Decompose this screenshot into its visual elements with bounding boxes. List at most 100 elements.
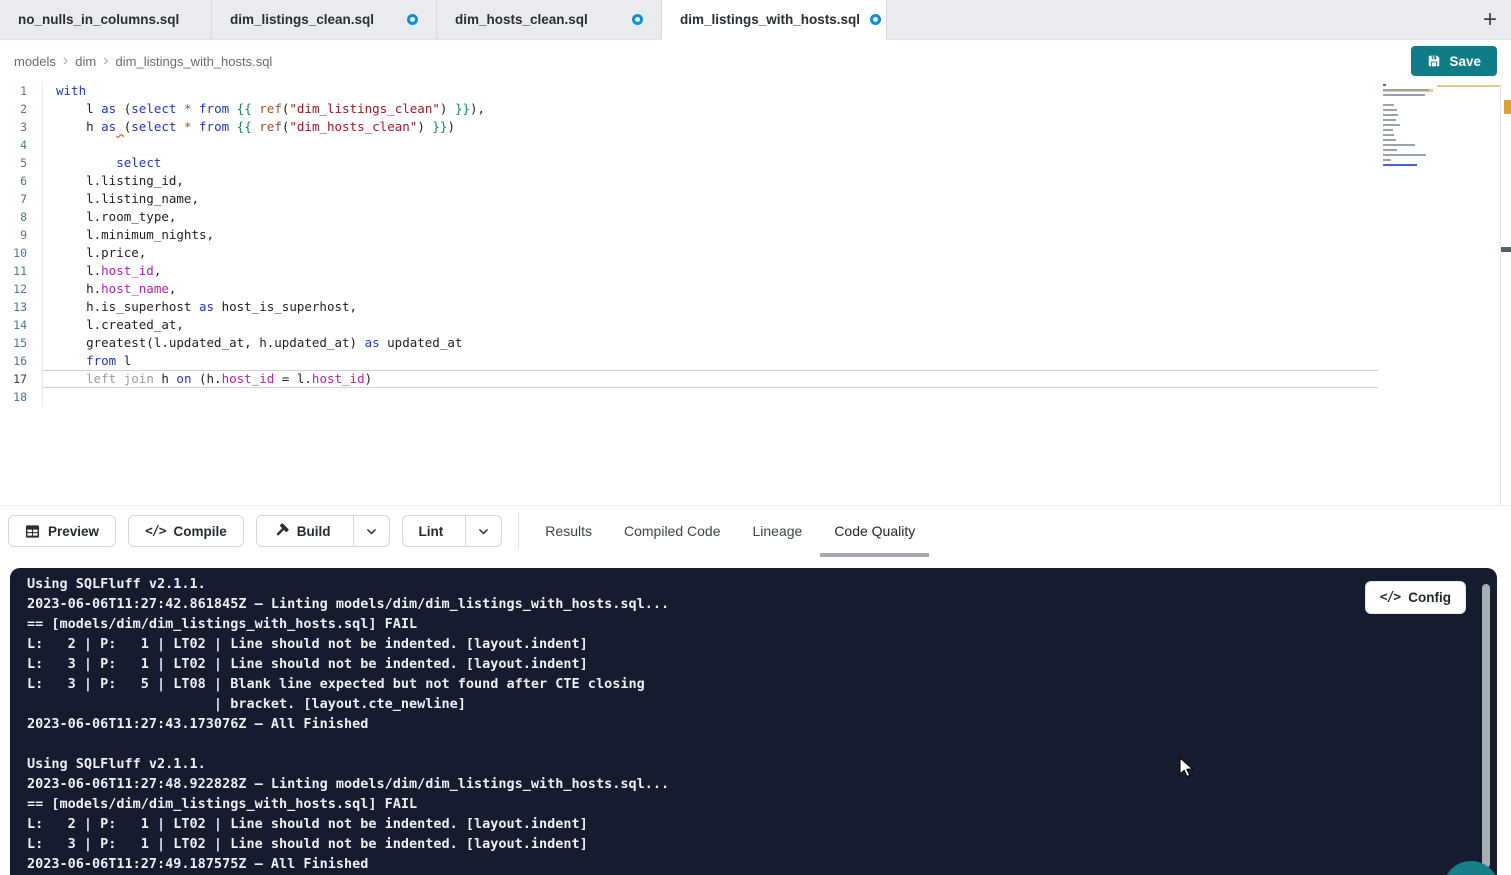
line-number: 16	[0, 352, 43, 370]
minimap-bar	[1383, 129, 1393, 131]
code-line[interactable]: 8 l.room_type,	[0, 208, 1511, 226]
line-number: 15	[0, 334, 43, 352]
minimap-line	[1383, 154, 1433, 157]
code-line-text: l.listing_name,	[56, 190, 199, 208]
lint-button-label: Lint	[419, 524, 444, 539]
code-line[interactable]: 1with	[0, 82, 1511, 100]
code-line-text: l.listing_id,	[56, 172, 184, 190]
minimap-line	[1383, 129, 1433, 132]
terminal-line: Using SQLFluff v2.1.1.	[10, 754, 1497, 774]
lint-dropdown-button[interactable]	[465, 516, 501, 546]
code-line[interactable]: 7 l.listing_name,	[0, 190, 1511, 208]
editor-tab-label: no_nulls_in_columns.sql	[18, 12, 179, 27]
tab-results[interactable]: Results	[529, 506, 608, 557]
tab-lineage[interactable]: Lineage	[736, 506, 818, 557]
code-line[interactable]: 15 greatest(l.updated_at, h.updated_at) …	[0, 334, 1511, 352]
code-line-text: l.created_at,	[56, 316, 184, 334]
breadcrumb-item: dim	[75, 54, 96, 69]
build-button-main[interactable]: Build	[257, 516, 345, 546]
code-line-text: l.price,	[56, 244, 146, 262]
minimap-line	[1383, 119, 1433, 122]
chevron-down-icon	[477, 525, 490, 538]
save-button-label: Save	[1449, 54, 1481, 69]
code-line-text: h.host_name,	[56, 280, 176, 298]
chevron-down-icon	[365, 525, 378, 538]
minimap-line	[1383, 104, 1433, 107]
build-button[interactable]: Build	[256, 515, 390, 547]
line-number: 13	[0, 298, 43, 316]
minimap-line	[1383, 164, 1433, 167]
terminal-line: | bracket. [layout.cte_newline]	[10, 694, 1497, 714]
build-dropdown-button[interactable]	[353, 516, 389, 546]
editor-tab[interactable]: dim_listings_clean.sql	[212, 0, 437, 39]
line-number: 7	[0, 190, 43, 208]
minimap-bar	[1383, 164, 1417, 166]
minimap-bar	[1383, 119, 1396, 121]
terminal-line: L: 3 | P: 5 | LT08 | Blank line expected…	[10, 674, 1497, 694]
code-line[interactable]: 4	[0, 136, 1511, 154]
minimap-bar	[1383, 159, 1391, 161]
editor-tab[interactable]: dim_hosts_clean.sql	[437, 0, 662, 39]
minimap-bar	[1383, 149, 1397, 151]
line-number: 3	[0, 118, 43, 136]
code-editor[interactable]: 1with2 l as (select * from {{ ref("dim_l…	[0, 82, 1511, 505]
lint-output-terminal: Using SQLFluff v2.1.1.2023-06-06T11:27:4…	[10, 568, 1497, 875]
editor-tab-label: dim_listings_with_hosts.sql	[680, 12, 860, 27]
lint-button[interactable]: Lint	[402, 515, 503, 547]
minimap-bar	[1383, 154, 1426, 156]
unsaved-indicator-icon	[632, 14, 643, 25]
code-line[interactable]: 9 l.minimum_nights,	[0, 226, 1511, 244]
tab-code-quality[interactable]: Code Quality	[818, 506, 931, 557]
terminal-scrollbar[interactable]	[1482, 584, 1490, 868]
code-line[interactable]: 3 h as (select * from {{ ref("dim_hosts_…	[0, 118, 1511, 136]
code-line[interactable]: 12 h.host_name,	[0, 280, 1511, 298]
breadcrumb-separator-icon: ›	[56, 53, 75, 69]
config-button-label: Config	[1408, 590, 1451, 605]
minimap[interactable]	[1383, 84, 1433, 174]
preview-button-label: Preview	[48, 524, 99, 539]
compile-button[interactable]: </>Compile	[128, 515, 244, 547]
minimap-bar	[1383, 139, 1396, 141]
code-line[interactable]: 13 h.is_superhost as host_is_superhost,	[0, 298, 1511, 316]
code-line[interactable]: 17 left join h on (h.host_id = l.host_id…	[0, 370, 1511, 388]
editor-scrollbar-thumb[interactable]	[1501, 247, 1511, 252]
preview-button[interactable]: Preview	[8, 515, 116, 547]
lint-button-main[interactable]: Lint	[403, 516, 458, 546]
editor-tab[interactable]: dim_listings_with_hosts.sql	[662, 0, 887, 40]
tab-compiled-code[interactable]: Compiled Code	[608, 506, 737, 557]
minimap-bar	[1383, 104, 1394, 106]
code-line-text: l.host_id,	[56, 262, 161, 280]
editor-tab-label: dim_hosts_clean.sql	[455, 12, 588, 27]
line-number: 9	[0, 226, 43, 244]
line-number: 2	[0, 100, 43, 118]
minimap-viewport-band	[1437, 85, 1500, 87]
config-button[interactable]: </> Config	[1365, 581, 1466, 614]
minimap-line	[1383, 144, 1433, 147]
code-line-text: h.is_superhost as host_is_superhost,	[56, 298, 357, 316]
code-line[interactable]: 14 l.created_at,	[0, 316, 1511, 334]
code-line[interactable]: 5 select	[0, 154, 1511, 172]
code-icon: </>	[1380, 590, 1400, 605]
code-line[interactable]: 11 l.host_id,	[0, 262, 1511, 280]
line-number: 18	[0, 388, 43, 406]
minimap-line	[1383, 169, 1433, 172]
unsaved-indicator-icon	[407, 14, 418, 25]
code-line-text: l as (select * from {{ ref("dim_listings…	[56, 100, 485, 118]
overview-ruler-warning-marker	[1504, 100, 1511, 114]
minimap-line	[1383, 149, 1433, 152]
code-line[interactable]: 6 l.listing_id,	[0, 172, 1511, 190]
save-button[interactable]: Save	[1411, 46, 1497, 76]
new-tab-button[interactable]: +	[1483, 8, 1497, 32]
toolbar-divider	[518, 512, 519, 550]
code-line-text: greatest(l.updated_at, h.updated_at) as …	[56, 334, 462, 352]
terminal-line: L: 2 | P: 1 | LT02 | Line should not be …	[10, 634, 1497, 654]
terminal-line: Using SQLFluff v2.1.1.	[10, 574, 1497, 594]
code-line[interactable]: 16 from l	[0, 352, 1511, 370]
code-line[interactable]: 10 l.price,	[0, 244, 1511, 262]
terminal-line: == [models/dim/dim_listings_with_hosts.s…	[10, 614, 1497, 634]
build-button-label: Build	[297, 524, 331, 539]
editor-tab[interactable]: no_nulls_in_columns.sql	[0, 0, 212, 39]
code-line[interactable]: 18	[0, 388, 1511, 406]
minimap-line	[1383, 159, 1433, 162]
code-line[interactable]: 2 l as (select * from {{ ref("dim_listin…	[0, 100, 1511, 118]
